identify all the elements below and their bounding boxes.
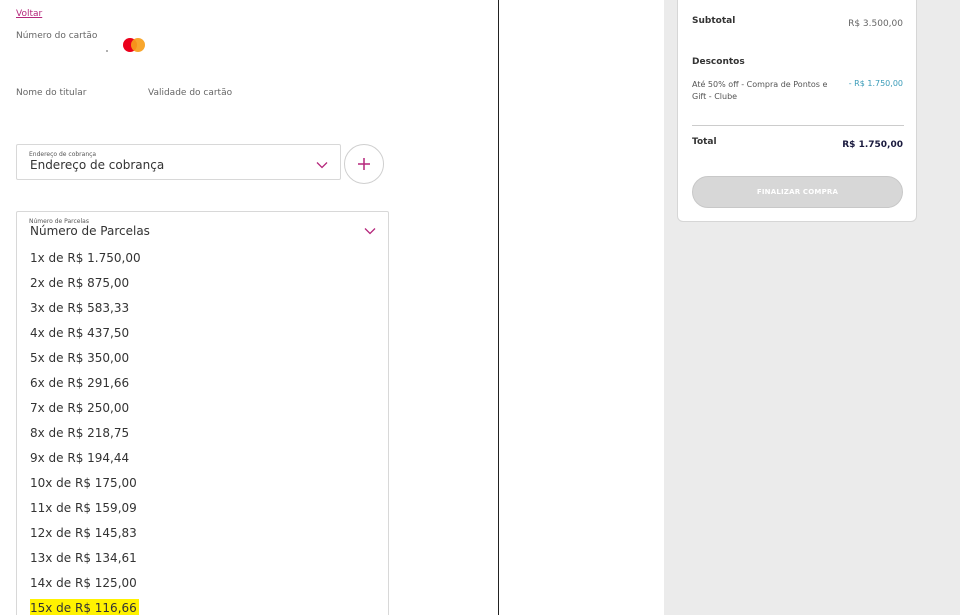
installment-option-label: 9x de R$ 194,44 [30,451,130,465]
installment-option[interactable]: 6x de R$ 291,66 [17,371,388,396]
holder-name-label: Nome do titular [16,88,87,98]
billing-address-select[interactable]: Endereço de cobrança Endereço de cobranç… [16,144,341,180]
installment-option[interactable]: 13x de R$ 134,61 [17,546,388,571]
installment-option-label: 12x de R$ 145,83 [30,526,137,540]
installment-option[interactable]: 1x de R$ 1.750,00 [17,246,388,271]
subtotal-value: R$ 3.500,00 [848,19,903,29]
installment-option-label: 13x de R$ 134,61 [30,551,137,565]
payment-form-panel: Voltar Número do cartão Nome do titular … [0,0,498,615]
order-summary-card: Subtotal R$ 3.500,00 Descontos Até 50% o… [677,0,917,222]
billing-address-value: Endereço de cobrança [30,158,165,172]
expiry-label: Validade do cartão [148,88,233,98]
installment-option[interactable]: 7x de R$ 250,00 [17,396,388,421]
card-number-field-marker[interactable] [106,50,108,52]
installment-option-label: 8x de R$ 218,75 [30,426,130,440]
back-link[interactable]: Voltar [16,9,42,19]
installment-option-label: 3x de R$ 583,33 [30,301,130,315]
blank-area [499,0,664,615]
installment-option[interactable]: 15x de R$ 116,66 [17,596,388,615]
plus-icon [358,158,370,170]
installment-option-label: 5x de R$ 350,00 [30,351,130,365]
discounts-title: Descontos [692,57,745,67]
installment-option[interactable]: 9x de R$ 194,44 [17,446,388,471]
add-address-button[interactable] [344,144,384,184]
discount-description: Até 50% off - Compra de Pontos e Gift - … [692,80,828,101]
chevron-down-icon [316,162,328,169]
installment-option-label: 10x de R$ 175,00 [30,476,137,490]
installment-option-label: 1x de R$ 1.750,00 [30,251,141,265]
installment-option-label: 6x de R$ 291,66 [30,376,130,390]
installments-select[interactable]: Número de Parcelas Número de Parcelas [17,212,388,246]
installment-option[interactable]: 2x de R$ 875,00 [17,271,388,296]
installments-dropdown: Número de Parcelas Número de Parcelas 1x… [16,211,389,615]
installment-option[interactable]: 10x de R$ 175,00 [17,471,388,496]
finish-purchase-button[interactable]: FINALIZAR COMPRA [692,176,903,208]
chevron-down-icon [364,228,376,235]
installment-option-label: 4x de R$ 437,50 [30,326,130,340]
installments-options-list: 1x de R$ 1.750,00 2x de R$ 875,00 3x de R$… [17,246,388,615]
installment-option[interactable]: 4x de R$ 437,50 [17,321,388,346]
installment-option-label: 7x de R$ 250,00 [30,401,130,415]
installments-value: Número de Parcelas [30,224,150,238]
total-label: Total [692,137,717,147]
mastercard-icon [123,38,145,52]
discount-value: - R$ 1.750,00 [848,79,903,88]
installment-option[interactable]: 3x de R$ 583,33 [17,296,388,321]
installment-option[interactable]: 8x de R$ 218,75 [17,421,388,446]
installment-option[interactable]: 14x de R$ 125,00 [17,571,388,596]
installment-option[interactable]: 11x de R$ 159,09 [17,496,388,521]
subtotal-label: Subtotal [692,16,736,26]
installment-option-label: 2x de R$ 875,00 [30,276,130,290]
installment-option[interactable]: 12x de R$ 145,83 [17,521,388,546]
billing-address-mini-label: Endereço de cobrança [29,151,97,158]
total-value: R$ 1.750,00 [842,140,903,150]
installment-option-label: 15x de R$ 116,66 [30,599,139,615]
card-number-label: Número do cartão [16,31,98,41]
installment-option-label: 11x de R$ 159,09 [30,501,137,515]
installment-option[interactable]: 5x de R$ 350,00 [17,346,388,371]
installment-option-label: 14x de R$ 125,00 [30,576,137,590]
summary-divider [692,125,904,126]
